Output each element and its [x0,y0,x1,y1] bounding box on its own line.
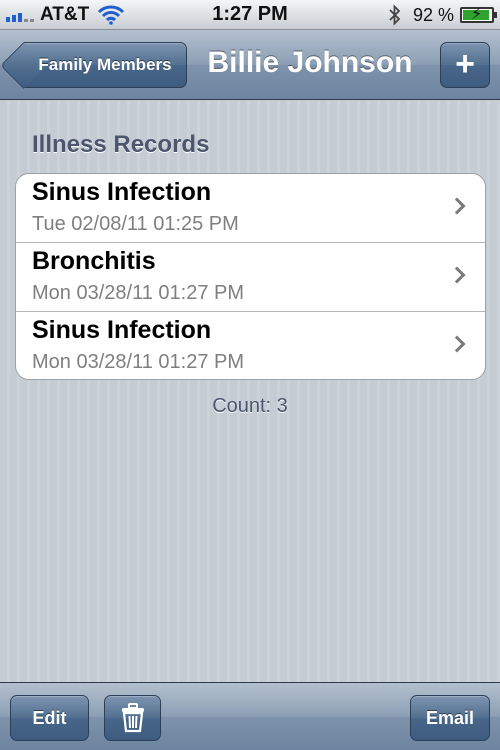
back-button-label: Family Members [38,55,172,74]
record-title: Sinus Infection [32,316,212,344]
chevron-right-icon [448,197,466,215]
add-record-button[interactable]: + [440,42,490,88]
record-title: Bronchitis [32,247,156,275]
delete-button[interactable] [104,695,161,741]
bluetooth-icon [389,4,401,26]
trash-icon [121,703,144,733]
record-date: Mon 03/28/11 01:27 PM [32,351,244,373]
section-header: Illness Records [32,131,210,158]
table-row[interactable]: Bronchitis Mon 03/28/11 01:27 PM [16,243,485,312]
navigation-bar: Family Members Billie Johnson + [0,30,500,100]
record-date: Tue 02/08/11 01:25 PM [32,213,239,235]
chevron-right-icon [448,335,466,353]
chevron-right-icon [448,266,466,284]
back-button[interactable]: Family Members [24,42,187,88]
edit-button[interactable]: Edit [10,695,89,741]
battery-charging-icon: ⚡ [460,6,497,23]
record-count: Count: 3 [212,395,288,417]
record-title: Sinus Infection [32,178,212,206]
status-bar: AT&T 1:27 PM 92 % ⚡ [0,0,500,30]
bottom-toolbar: Edit Email [0,682,500,750]
status-right: 92 % ⚡ [387,4,497,26]
content-area: Illness Records Sinus Infection Tue 02/0… [0,101,500,682]
email-button[interactable]: Email [410,695,490,741]
records-table: Sinus Infection Tue 02/08/11 01:25 PM Br… [15,173,486,380]
table-row[interactable]: Sinus Infection Mon 03/28/11 01:27 PM [16,312,485,379]
battery-percent: 92 % [412,4,454,25]
charging-bolt-icon: ⚡ [471,6,483,23]
page-title: Billie Johnson [207,46,413,79]
table-row[interactable]: Sinus Infection Tue 02/08/11 01:25 PM [16,174,485,243]
record-date: Mon 03/28/11 01:27 PM [32,282,244,304]
